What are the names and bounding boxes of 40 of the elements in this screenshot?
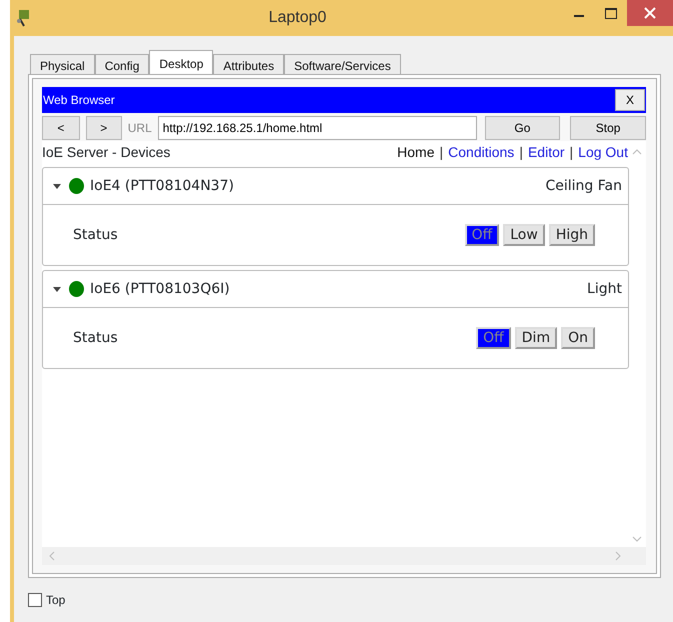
separator: | bbox=[519, 144, 523, 160]
tab[interactable]: Desktop bbox=[149, 50, 214, 74]
nav-item[interactable]: Home bbox=[397, 144, 435, 160]
nav-link[interactable]: Editor bbox=[528, 144, 565, 160]
status-option-button[interactable]: High bbox=[548, 224, 595, 246]
collapse-icon[interactable] bbox=[53, 286, 61, 292]
close-icon bbox=[644, 7, 656, 19]
status-option-button[interactable]: On bbox=[561, 327, 595, 349]
status-label: Status bbox=[73, 328, 118, 348]
tab[interactable]: Software/Services bbox=[284, 54, 401, 74]
browser-title: Web Browser bbox=[43, 92, 115, 109]
top-checkbox[interactable] bbox=[28, 593, 42, 607]
status-option-button[interactable]: Low bbox=[503, 224, 545, 246]
back-button[interactable]: < bbox=[42, 116, 80, 140]
app-icon bbox=[16, 9, 32, 27]
nav-link[interactable]: Log Out bbox=[578, 144, 628, 160]
window-title: Laptop0 bbox=[268, 8, 328, 28]
device-name: IoE6 (PTT08103Q6I) bbox=[90, 280, 231, 298]
status-option-button[interactable]: Dim bbox=[514, 327, 558, 349]
url-field[interactable]: http://192.168.25.1/home.html bbox=[158, 116, 477, 140]
tab[interactable]: Physical bbox=[30, 54, 95, 74]
forward-button[interactable]: > bbox=[86, 116, 122, 140]
device-name: IoE4 (PTT08104N37) bbox=[90, 176, 235, 196]
stop-button[interactable]: Stop bbox=[570, 116, 646, 140]
collapse-icon[interactable] bbox=[53, 184, 61, 188]
maximize-icon[interactable] bbox=[605, 8, 617, 18]
browser-close-button[interactable]: X bbox=[615, 89, 645, 111]
url-label: URL bbox=[128, 120, 152, 137]
separator: | bbox=[440, 144, 444, 160]
tab[interactable]: Config bbox=[94, 54, 150, 74]
device-type: Light bbox=[587, 280, 622, 298]
top-label: Top bbox=[46, 592, 66, 609]
nav-link[interactable]: Conditions bbox=[448, 144, 514, 160]
close-button[interactable] bbox=[627, 0, 673, 26]
go-button[interactable]: Go bbox=[484, 116, 560, 140]
tab[interactable]: Attributes bbox=[213, 54, 284, 74]
status-label: Status bbox=[73, 226, 118, 244]
device-type: Ceiling Fan bbox=[546, 176, 622, 196]
separator: | bbox=[570, 144, 574, 160]
page-heading: IoE Server - Devices bbox=[42, 142, 170, 162]
